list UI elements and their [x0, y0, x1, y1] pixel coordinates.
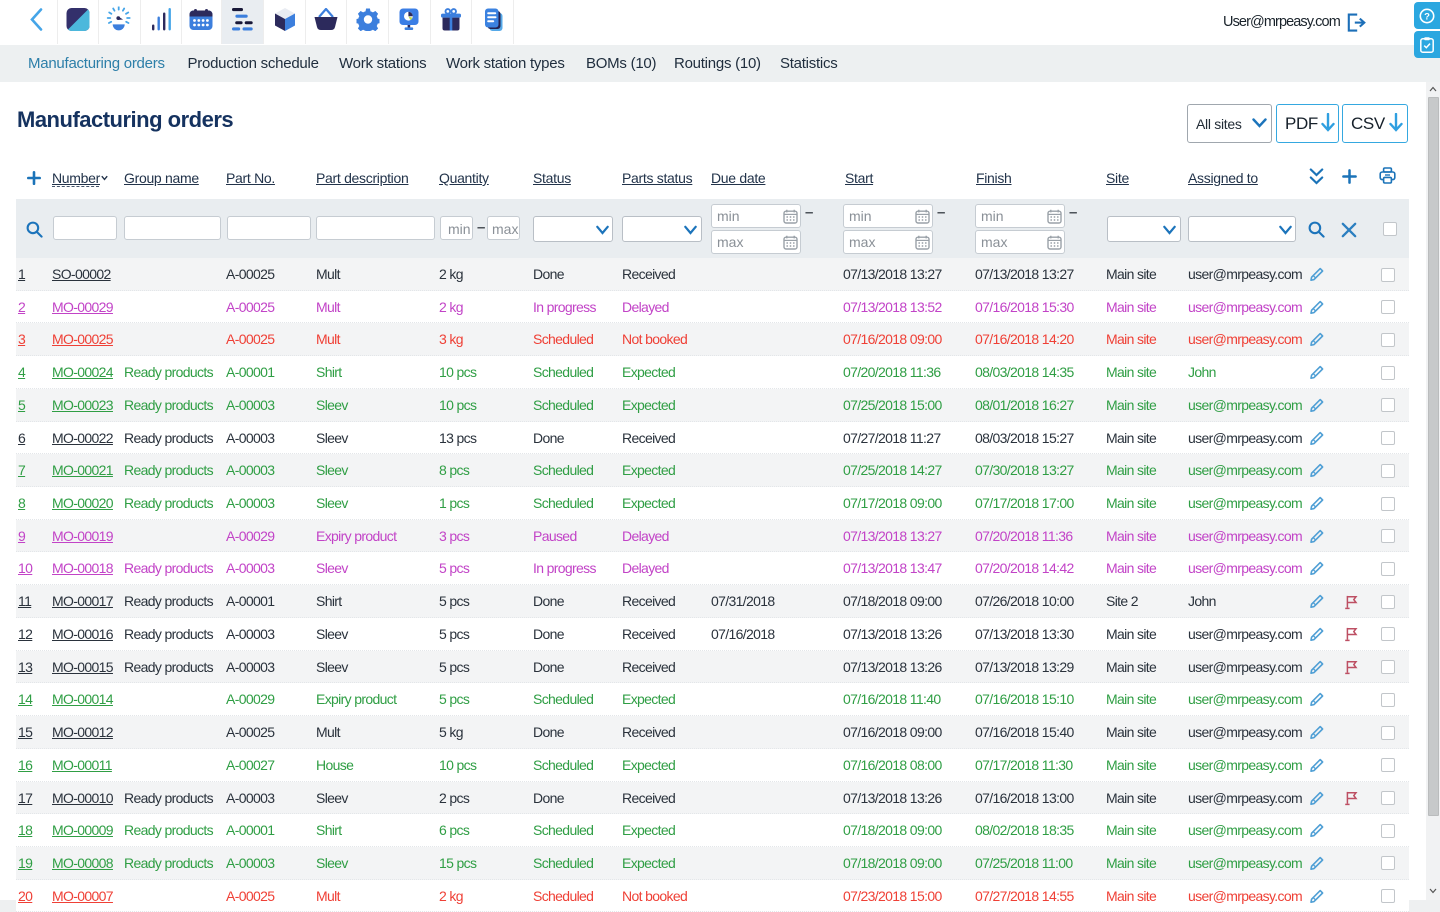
svg-text:?: ? [1424, 11, 1430, 22]
